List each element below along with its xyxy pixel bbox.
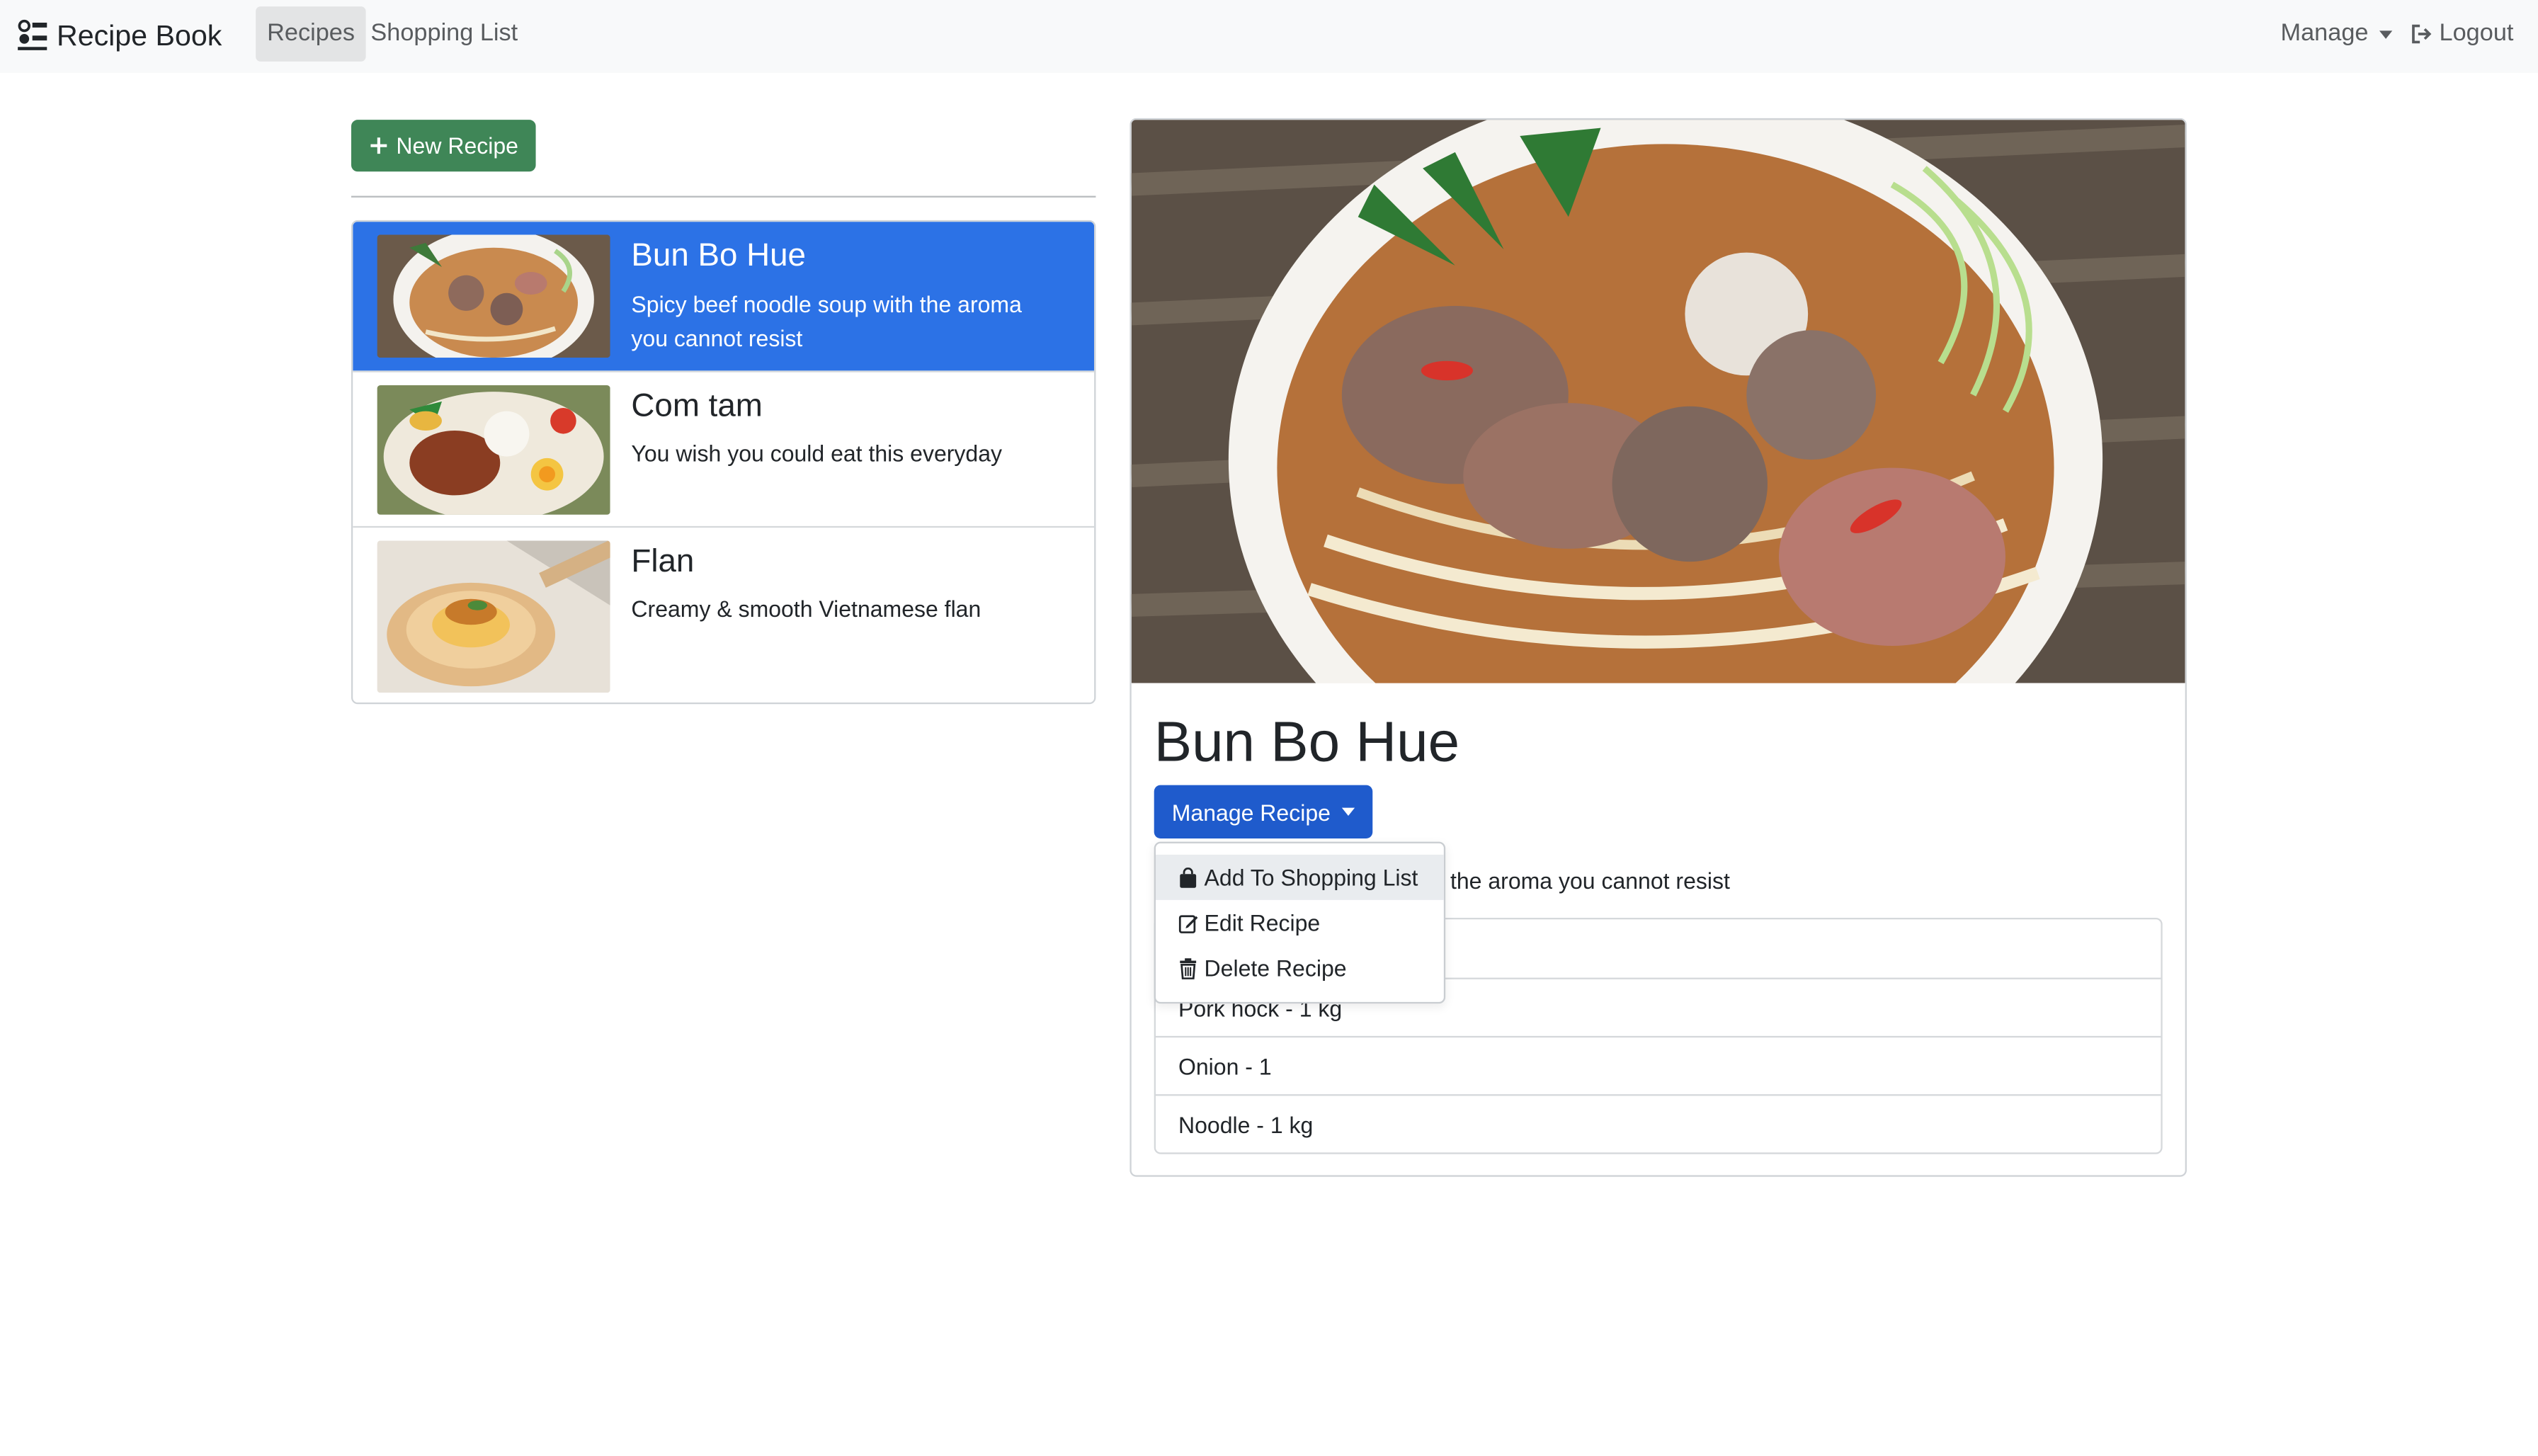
manage-recipe-button[interactable]: Manage Recipe bbox=[1154, 785, 1373, 838]
recipe-description: Spicy beef noodle soup with the aroma yo… bbox=[631, 291, 1022, 351]
edit-icon bbox=[1178, 914, 1198, 933]
recipe-title: Com tam bbox=[631, 388, 763, 424]
recipe-thumbnail bbox=[377, 234, 610, 358]
delete-recipe-item[interactable]: Delete Recipe bbox=[1156, 945, 1444, 991]
dropdown-item-label: Add To Shopping List bbox=[1204, 864, 1418, 891]
add-to-shopping-list-item[interactable]: Add To Shopping List bbox=[1155, 854, 1444, 900]
trash-icon bbox=[1180, 957, 1197, 979]
new-recipe-label: New Recipe bbox=[396, 132, 518, 159]
plus-icon bbox=[370, 137, 387, 154]
recipe-list-item[interactable]: Com tam You wish you could eat this ever… bbox=[353, 370, 1095, 526]
recipe-book-logo-icon bbox=[18, 19, 47, 50]
nav-shopping-list[interactable]: Shopping List bbox=[359, 6, 529, 62]
ingredient-item[interactable]: Onion - 1 bbox=[1155, 1035, 2161, 1094]
new-recipe-button[interactable]: New Recipe bbox=[351, 120, 536, 172]
manage-recipe-dropdown: Add To Shopping List Edit Recipe Delete … bbox=[1154, 841, 1446, 1004]
brand-label: Recipe Book bbox=[56, 18, 222, 51]
navbar: Recipe Book Recipes Shopping List Manage… bbox=[0, 0, 2538, 73]
recipe-description: Creamy & smooth Vietnamese flan bbox=[631, 596, 981, 622]
caret-down-icon bbox=[2379, 30, 2393, 38]
divider bbox=[351, 195, 1096, 198]
manage-label: Manage bbox=[2280, 19, 2369, 47]
page: Recipe Book Recipes Shopping List Manage… bbox=[0, 0, 2538, 1456]
caret-down-icon bbox=[1341, 807, 1355, 816]
dropdown-item-label: Edit Recipe bbox=[1204, 909, 1321, 936]
recipe-list-item[interactable]: Bun Bo Hue Spicy beef noodle soup with t… bbox=[353, 222, 1095, 371]
recipe-hero-image bbox=[1131, 120, 2185, 832]
logout-label: Logout bbox=[2439, 19, 2514, 47]
recipe-list: Bun Bo Hue Spicy beef noodle soup with t… bbox=[351, 220, 1096, 705]
recipe-title: Bun Bo Hue bbox=[631, 237, 806, 274]
manage-recipe-label: Manage Recipe bbox=[1171, 798, 1331, 825]
dropdown-item-label: Delete Recipe bbox=[1204, 955, 1347, 982]
nav-recipes[interactable]: Recipes bbox=[256, 6, 367, 62]
shopping-bag-icon bbox=[1180, 866, 1197, 887]
logout-icon bbox=[2412, 24, 2432, 44]
logout-link[interactable]: Logout bbox=[2398, 6, 2525, 62]
recipe-description: the aroma you cannot resist bbox=[1450, 868, 1730, 894]
brand[interactable]: Recipe Book bbox=[16, 16, 222, 55]
recipe-thumbnail bbox=[377, 385, 610, 515]
manage-dropdown-toggle[interactable]: Manage bbox=[2270, 6, 2404, 62]
recipe-description: You wish you could eat this everyday bbox=[631, 440, 1003, 467]
recipe-detail-card: Bun Bo Hue Manage Recipe the aroma you c… bbox=[1129, 118, 2187, 1177]
recipe-title: Flan bbox=[631, 543, 695, 580]
edit-recipe-item[interactable]: Edit Recipe bbox=[1156, 900, 1444, 945]
recipe-thumbnail bbox=[377, 540, 610, 693]
recipe-list-item[interactable]: Flan Creamy & smooth Vietnamese flan bbox=[353, 525, 1095, 703]
ingredient-item[interactable]: Noodle - 1 kg bbox=[1155, 1094, 2161, 1152]
recipe-title-heading: Bun Bo Hue bbox=[1154, 710, 1460, 774]
